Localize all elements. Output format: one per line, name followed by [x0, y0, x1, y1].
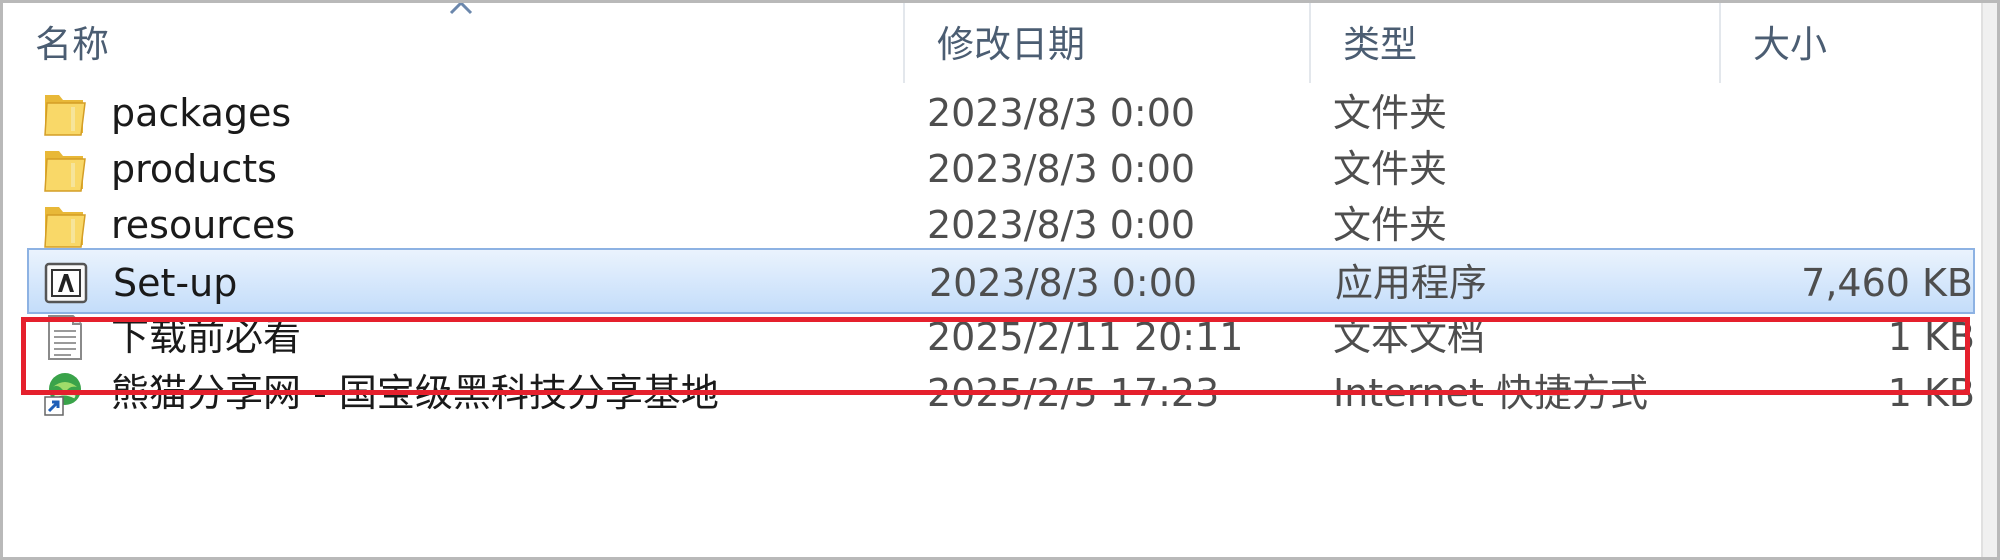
column-header-type[interactable]: 类型 — [1311, 3, 1719, 83]
file-modified-date: 2025/2/5 17:23 — [927, 371, 1220, 415]
column-header-bar: 名称 修改日期 类型 大小 — [3, 3, 1991, 83]
file-size: 1 KB — [1887, 371, 1975, 415]
adobe-app-icon — [43, 259, 89, 307]
scrollbar-track[interactable] — [1981, 3, 1997, 557]
internet-shortcut-icon — [41, 369, 87, 417]
file-list-window: 名称 修改日期 类型 大小 packages 2023/8/3 0:00 文件夹 pr… — [0, 0, 2000, 560]
column-header-size[interactable]: 大小 — [1721, 3, 1971, 83]
folder-icon — [41, 201, 87, 249]
file-name[interactable]: 熊猫分享网 - 国宝级黑科技分享基地 — [111, 360, 719, 426]
text-document-icon — [41, 313, 87, 361]
file-row[interactable]: 熊猫分享网 - 国宝级黑科技分享基地 2025/2/5 17:23 Internet… — [27, 360, 1975, 426]
file-type: Internet 快捷方式 — [1333, 371, 1648, 415]
column-header-date[interactable]: 修改日期 — [905, 3, 1313, 83]
column-header-name[interactable]: 名称 — [3, 3, 903, 83]
folder-icon — [41, 145, 87, 193]
folder-icon — [41, 89, 87, 137]
